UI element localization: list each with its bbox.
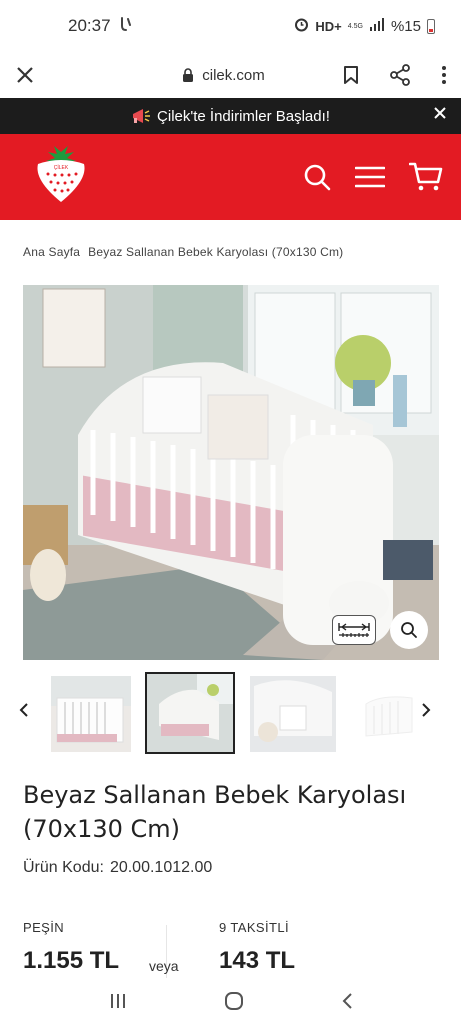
thumbnail-4[interactable]: [352, 676, 414, 752]
search-icon: [304, 164, 331, 191]
url-bar[interactable]: cilek.com: [182, 67, 265, 84]
cart-icon: [409, 162, 443, 191]
browser-toolbar: cilek.com: [0, 52, 461, 98]
notification-icon: [119, 16, 133, 37]
home-icon: [224, 992, 243, 1010]
megaphone-icon: [133, 109, 151, 123]
header-search-button[interactable]: [303, 163, 331, 191]
alarm-icon: [294, 17, 309, 36]
ruler-icon: [338, 623, 370, 637]
zoom-button[interactable]: [390, 611, 428, 649]
or-text: veya: [149, 958, 179, 974]
network-sub-label: 4.5G: [347, 22, 363, 30]
dimensions-button[interactable]: [332, 615, 376, 645]
product-code: Ürün Kodu: 20.00.1012.00: [23, 859, 212, 877]
close-icon: [17, 67, 33, 83]
price-divider: [166, 925, 167, 985]
thumbnail-prev-button[interactable]: [19, 702, 29, 723]
strawberry-logo: ÇİLEK: [37, 145, 85, 202]
cash-price-value: 1.155 TL: [23, 947, 120, 974]
breadcrumb-current: Beyaz Sallanan Bebek Karyolası (70x130 C…: [88, 245, 344, 259]
thumbnail-carousel: [0, 672, 461, 754]
promo-banner[interactable]: Çilek'te İndirimler Başladı!: [0, 98, 461, 134]
back-button[interactable]: [341, 992, 353, 1010]
installment-price-value: 143 TL: [219, 947, 296, 974]
product-main-image[interactable]: [23, 285, 439, 660]
installment-price-block: 9 TAKSİTLİ 143 TL: [219, 920, 295, 975]
thumbnail-image: [365, 696, 413, 737]
battery-icon: [427, 18, 435, 34]
thumbnail-1[interactable]: [51, 676, 131, 752]
thumbnail-image: [51, 676, 131, 752]
thumbnail-2[interactable]: [145, 672, 235, 754]
chevron-right-icon: [422, 703, 431, 717]
product-code-value: 20.00.1012.00: [109, 859, 213, 876]
url-text: cilek.com: [202, 66, 265, 84]
status-time: 20:37: [68, 16, 111, 35]
installment-price-label: 9 TAKSİTLİ: [219, 920, 289, 935]
signal-icon: [369, 17, 385, 35]
menu-icon: [355, 166, 385, 188]
bookmark-icon: [343, 66, 358, 84]
share-button[interactable]: [389, 64, 411, 86]
more-icon: [441, 66, 446, 84]
chevron-left-icon: [19, 703, 28, 717]
zoom-icon: [401, 622, 417, 638]
promo-text: Çilek'te İndirimler Başladı!: [157, 107, 330, 125]
thumbnail-next-button[interactable]: [421, 702, 431, 723]
header-cart-button[interactable]: [409, 162, 443, 192]
cash-price-label: PEŞİN: [23, 920, 65, 935]
system-nav-bar: [0, 978, 461, 1024]
promo-close-button[interactable]: [433, 106, 447, 124]
product-title: Beyaz Sallanan Bebek Karyolası (70x130 C…: [23, 781, 407, 843]
thumbnail-image: [147, 674, 233, 752]
breadcrumb: Ana Sayfa Beyaz Sallanan Bebek Karyolası…: [23, 245, 343, 259]
crib-photo: [23, 285, 439, 660]
site-logo[interactable]: ÇİLEK: [34, 145, 88, 209]
home-button[interactable]: [224, 991, 244, 1011]
share-icon: [390, 64, 410, 86]
thumbnail-image: [250, 676, 336, 752]
battery-text: %15: [390, 17, 421, 35]
status-bar: 20:37 HD+ 4.5G %15: [0, 0, 461, 52]
logo-text: ÇİLEK: [54, 164, 69, 171]
header-menu-button[interactable]: [355, 165, 385, 189]
network-label: HD+: [315, 18, 342, 34]
lock-icon: [183, 68, 194, 82]
recent-apps-button[interactable]: [109, 992, 127, 1010]
back-icon: [342, 993, 352, 1009]
close-tab-button[interactable]: [16, 66, 34, 84]
product-code-label: Ürün Kodu:: [23, 859, 104, 876]
site-header: ÇİLEK: [0, 134, 461, 220]
recent-apps-icon: [110, 994, 125, 1008]
thumbnail-3[interactable]: [250, 676, 336, 752]
more-button[interactable]: [441, 65, 447, 85]
bookmark-button[interactable]: [343, 65, 359, 85]
close-icon: [434, 107, 446, 119]
cash-price-block: PEŞİN 1.155 TL: [23, 920, 119, 975]
breadcrumb-home[interactable]: Ana Sayfa: [23, 245, 80, 259]
